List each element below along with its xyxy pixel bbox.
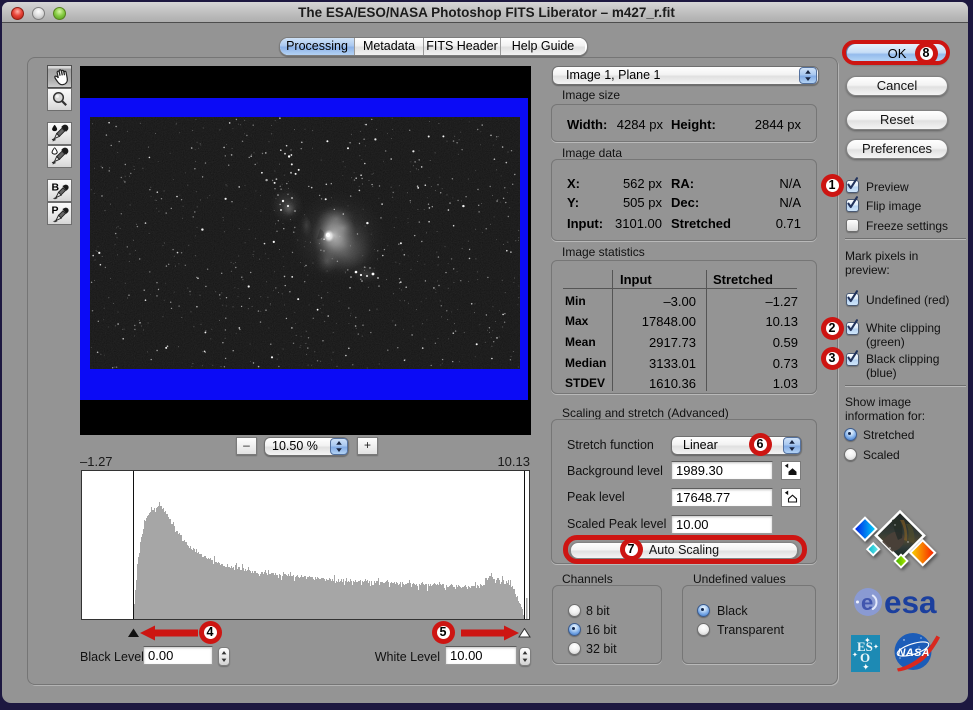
svg-text:P: P [52,205,59,217]
svg-text:NASA: NASA [898,647,930,659]
svg-text:✦: ✦ [862,662,870,672]
svg-text:✦: ✦ [852,651,858,659]
svg-text:✦: ✦ [864,636,871,645]
svg-text:✦: ✦ [873,643,879,651]
svg-text:e: e [861,590,873,615]
svg-text:esa: esa [884,585,937,620]
